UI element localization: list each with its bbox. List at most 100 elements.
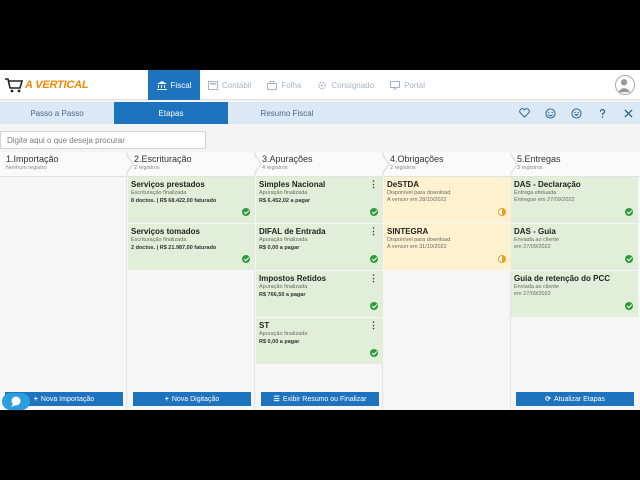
column-title: 3.Apurações: [262, 154, 313, 164]
card-info: R$ 0,00 a pagar: [259, 339, 300, 345]
check-circle-icon: [370, 349, 378, 357]
card-title: Serviços tomados: [131, 227, 200, 236]
button-label: Nova Importação: [40, 395, 95, 403]
refresh-icon: ⟳: [545, 396, 551, 403]
kebab-menu-icon[interactable]: ⋮: [369, 274, 378, 283]
laugh-icon[interactable]: [568, 105, 584, 121]
card-impostos-retidos[interactable]: Impostos Retidos Apuração finalizada R$ …: [256, 271, 383, 318]
logo[interactable]: A VERTICAL: [4, 76, 89, 94]
card-status-text: Disponível para download: [387, 237, 451, 243]
button-label: Atualizar Etapas: [553, 395, 605, 403]
card-destda[interactable]: DeSTDA Disponível para download A vencer…: [384, 177, 511, 224]
column-title: 1.Importação: [6, 154, 59, 164]
kebab-menu-icon[interactable]: ⋮: [369, 321, 378, 330]
check-circle-icon: [370, 302, 378, 310]
card-info: 2 doctos. | R$ 21.987,00 faturado: [131, 245, 217, 251]
card-title: ST: [259, 321, 270, 330]
list-icon: ☰: [273, 396, 280, 403]
nav-item-label: Folha: [281, 80, 302, 90]
card-simples-nacional[interactable]: Simples Nacional Apuração finalizada R$ …: [256, 177, 383, 224]
help-icon[interactable]: [594, 105, 610, 121]
card-status-text: Apuração finalizada: [259, 190, 308, 196]
bank-icon: [156, 80, 167, 90]
step-arrow: [253, 152, 262, 176]
nav-item-portal[interactable]: Portal: [382, 70, 433, 100]
tab-etapas[interactable]: Etapas: [114, 102, 228, 124]
check-circle-icon: [242, 208, 250, 216]
kebab-menu-icon[interactable]: ⋮: [369, 227, 378, 236]
column-count: Nenhum registro: [6, 165, 47, 171]
close-icon[interactable]: [620, 105, 636, 121]
card-servicos-tomados[interactable]: Serviços tomados Escrituração finalizada…: [128, 224, 255, 271]
logo-text: A VERTICAL: [25, 79, 89, 91]
column-entregas: 5.Entregas 3 registros DAS - Declaração …: [511, 152, 640, 410]
column-title: 2.Escrituração: [134, 154, 192, 164]
plus-icon: +: [33, 395, 38, 403]
card-title: Guia de retenção do PCC: [514, 274, 611, 283]
column-obrigacoes: 4.Obrigações 2 registros DeSTDA Disponív…: [384, 152, 518, 410]
card-das-guia[interactable]: DAS - Guia Enviada ao cliente em 27/09/2…: [511, 224, 638, 271]
card-st[interactable]: ST Apuração finalizada R$ 0,00 a pagar ⋮: [256, 318, 383, 365]
column-title: 4.Obrigações: [390, 154, 444, 164]
card-status-text: Apuração finalizada: [259, 331, 308, 337]
card-status-text: Escrituração finalizada: [131, 190, 187, 196]
card-info: 8 doctos. | R$ 68.422,00 faturado: [131, 198, 217, 204]
half-circle-icon: [498, 255, 506, 263]
column-header: 1.Importação Nenhum registro: [0, 152, 134, 177]
card-status-text: Escrituração finalizada: [131, 237, 187, 243]
monitor-icon: [390, 80, 401, 89]
cart-icon: [5, 78, 24, 93]
step-arrow: [509, 152, 518, 176]
button-label: Nova Digitação: [171, 395, 220, 403]
column-header: 5.Entregas 3 registros: [511, 152, 640, 177]
card-title: DAS - Guia: [514, 227, 556, 236]
nav-item-contabil[interactable]: Contábil: [200, 70, 259, 100]
exibir-resumo-button[interactable]: ☰ Exibir Resumo ou Finalizar: [261, 392, 379, 406]
column-apuracoes: 3.Apurações 4 registros Simples Nacional…: [256, 152, 390, 410]
plus-icon: +: [164, 395, 169, 403]
check-circle-icon: [370, 255, 378, 263]
card-status-text: Enviada ao cliente: [514, 237, 559, 243]
atualizar-etapas-button[interactable]: ⟳ Atualizar Etapas: [516, 392, 634, 406]
card-status-text: Apuração finalizada: [259, 284, 308, 290]
column-header: 4.Obrigações 2 registros: [384, 152, 518, 177]
column-header: 3.Apurações 4 registros: [256, 152, 390, 177]
app-window: A VERTICAL Fiscal Contábil Folha Consign…: [0, 70, 640, 410]
nav-item-consignado[interactable]: Consignado: [309, 70, 382, 100]
briefcase-icon: [267, 80, 278, 90]
nav-item-label: Fiscal: [170, 80, 192, 90]
column-count: 2 registros: [390, 165, 416, 171]
card-difal-entrada[interactable]: DIFAL de Entrada Apuração finalizada R$ …: [256, 224, 383, 271]
nova-digitacao-button[interactable]: + Nova Digitação: [133, 392, 251, 406]
avatar[interactable]: [615, 75, 635, 95]
card-title: Impostos Retidos: [259, 274, 327, 283]
nav-item-folha[interactable]: Folha: [259, 70, 309, 100]
check-circle-icon: [242, 255, 250, 263]
search-input[interactable]: [0, 131, 206, 149]
column-header: 2.Escrituração 2 registros: [128, 152, 262, 177]
card-sintegra[interactable]: SINTEGRA Disponível para download A venc…: [384, 224, 511, 271]
nav-item-fiscal[interactable]: Fiscal: [148, 70, 200, 100]
card-status-text: Enviada ao cliente: [514, 284, 559, 290]
smile-icon[interactable]: [542, 105, 558, 121]
card-das-declaracao[interactable]: DAS - Declaração Entrega efetuada Entreg…: [511, 177, 638, 224]
heart-icon[interactable]: [516, 105, 532, 121]
card-title: SINTEGRA: [387, 227, 429, 236]
card-status-text: Apuração finalizada: [259, 237, 308, 243]
card-info: R$ 766,50 a pagar: [259, 292, 306, 298]
tab-passo-a-passo[interactable]: Passo a Passo: [0, 102, 114, 124]
card-title: DIFAL de Entrada: [259, 227, 326, 236]
column-title: 5.Entregas: [517, 154, 561, 164]
card-servicos-prestados[interactable]: Serviços prestados Escrituração finaliza…: [128, 177, 255, 224]
sub-toolbar: Passo a Passo Etapas Resumo Fiscal: [0, 102, 640, 124]
card-title: DAS - Declaração: [514, 180, 581, 189]
card-guia-retencao-pcc[interactable]: Guia de retenção do PCC Enviada ao clien…: [511, 271, 638, 318]
kebab-menu-icon[interactable]: ⋮: [369, 180, 378, 189]
card-due-date: A vencer em 31/10/2022: [387, 244, 447, 250]
nav-item-label: Portal: [404, 80, 425, 90]
tab-resumo-fiscal[interactable]: Resumo Fiscal: [228, 102, 346, 124]
card-status-text: Disponível para download: [387, 190, 451, 196]
step-arrow: [125, 152, 134, 176]
chat-bubble-icon[interactable]: [2, 393, 30, 410]
column-count: 3 registros: [517, 165, 543, 171]
